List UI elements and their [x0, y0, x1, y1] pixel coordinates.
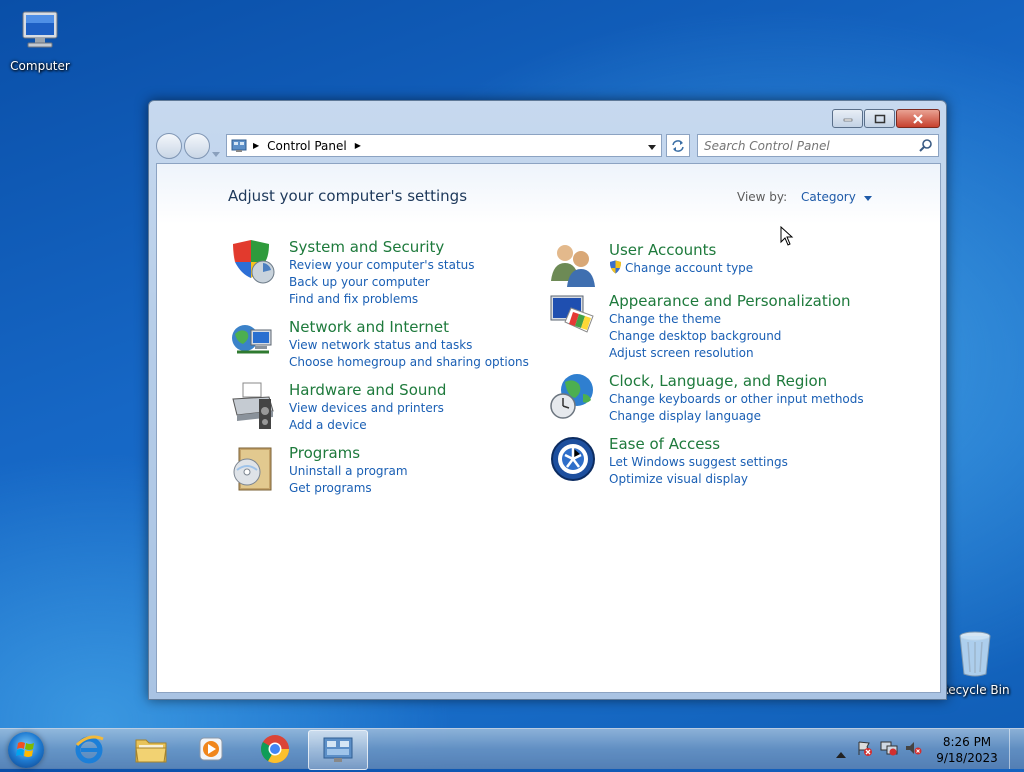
- link-network-status[interactable]: View network status and tasks: [289, 337, 569, 354]
- control-panel-window: ▶ Control Panel ▶ Adjust your computer's…: [148, 100, 947, 700]
- search-box[interactable]: [697, 134, 939, 157]
- link-review-status[interactable]: Review your computer's status: [289, 257, 569, 274]
- category-title[interactable]: Clock, Language, and Region: [609, 372, 889, 391]
- link-find-fix[interactable]: Find and fix problems: [289, 291, 569, 308]
- internet-explorer-icon: [75, 735, 104, 764]
- link-change-theme[interactable]: Change the theme: [609, 311, 889, 328]
- link-devices-printers[interactable]: View devices and printers: [289, 400, 569, 417]
- recycle-bin-icon: [935, 630, 1015, 681]
- windows-logo-icon: [16, 742, 34, 757]
- link-homegroup[interactable]: Choose homegroup and sharing options: [289, 354, 569, 371]
- desktop-icon-label: Computer: [10, 59, 70, 73]
- link-desktop-background[interactable]: Change desktop background: [609, 328, 889, 345]
- action-center-icon[interactable]: [856, 740, 872, 760]
- control-panel-icon: [323, 737, 353, 762]
- forward-button[interactable]: [184, 133, 210, 159]
- view-by-label: View by:: [737, 190, 788, 204]
- programs-icon[interactable]: [229, 444, 277, 492]
- category-title[interactable]: System and Security: [289, 238, 569, 257]
- address-bar[interactable]: ▶ Control Panel ▶: [226, 134, 662, 157]
- category-title[interactable]: Network and Internet: [289, 318, 569, 337]
- network-tray-icon[interactable]: [880, 740, 898, 760]
- link-get-programs[interactable]: Get programs: [289, 480, 569, 497]
- link-backup[interactable]: Back up your computer: [289, 274, 569, 291]
- navigation-bar: ▶ Control Panel ▶: [156, 133, 939, 159]
- taskbar-control-panel[interactable]: [308, 730, 368, 770]
- printer-icon[interactable]: [229, 381, 277, 429]
- view-by-dropdown[interactable]: Category: [801, 190, 872, 204]
- taskbar-media-player[interactable]: [182, 730, 240, 768]
- chrome-icon: [261, 735, 289, 763]
- category-title[interactable]: Ease of Access: [609, 435, 889, 454]
- link-change-account-type[interactable]: Change account type: [609, 260, 889, 277]
- volume-muted-icon[interactable]: [904, 740, 922, 760]
- clock[interactable]: 8:26 PM 9/18/2023: [932, 734, 1002, 766]
- back-button[interactable]: [156, 133, 182, 159]
- link-uninstall[interactable]: Uninstall a program: [289, 463, 569, 480]
- start-button[interactable]: [8, 732, 44, 768]
- search-icon[interactable]: [919, 138, 933, 157]
- refresh-icon: [672, 139, 684, 152]
- breadcrumb-arrow-icon[interactable]: ▶: [355, 141, 361, 150]
- users-icon[interactable]: [549, 241, 597, 289]
- refresh-button[interactable]: [666, 134, 690, 157]
- category-title[interactable]: User Accounts: [609, 241, 889, 260]
- desktop-icon-label: Recycle Bin: [940, 683, 1010, 697]
- clock-date: 9/18/2023: [936, 751, 998, 765]
- desktop-icon-recycle-bin[interactable]: Recycle Bin: [935, 630, 1015, 697]
- network-icon[interactable]: [229, 318, 277, 366]
- close-button[interactable]: [896, 109, 940, 128]
- uac-shield-icon: [610, 260, 621, 274]
- page-title: Adjust your computer's settings: [228, 187, 468, 205]
- category-title[interactable]: Hardware and Sound: [289, 381, 569, 400]
- view-by: View by: Category: [737, 190, 872, 204]
- ease-of-access-icon[interactable]: [549, 435, 597, 483]
- window-controls: [832, 109, 940, 128]
- breadcrumb-arrow-icon[interactable]: ▶: [253, 141, 259, 150]
- taskbar-file-explorer[interactable]: [122, 730, 180, 768]
- mouse-cursor-icon: [780, 225, 794, 250]
- link-suggest-settings[interactable]: Let Windows suggest settings: [609, 454, 889, 471]
- address-dropdown-icon[interactable]: [648, 139, 656, 153]
- desktop-icon-computer[interactable]: Computer: [0, 10, 80, 73]
- recent-pages-dropdown-icon[interactable]: [212, 142, 220, 161]
- taskbar: 8:26 PM 9/18/2023: [0, 728, 1024, 770]
- appearance-icon[interactable]: [549, 292, 597, 340]
- clock-time: 8:26 PM: [942, 735, 992, 749]
- link-display-language[interactable]: Change display language: [609, 408, 889, 425]
- chevron-down-icon: [863, 196, 872, 201]
- globe-clock-icon[interactable]: [549, 372, 597, 420]
- show-desktop-button[interactable]: [1009, 729, 1024, 769]
- shield-icon[interactable]: [229, 238, 277, 286]
- media-player-icon: [199, 737, 223, 761]
- minimize-button[interactable]: [832, 109, 863, 128]
- link-optimize-display[interactable]: Optimize visual display: [609, 471, 889, 488]
- category-title[interactable]: Appearance and Personalization: [609, 292, 889, 311]
- taskbar-chrome[interactable]: [246, 730, 304, 768]
- search-input[interactable]: [698, 136, 909, 156]
- computer-icon: [0, 10, 80, 57]
- content-area: Adjust your computer's settings View by:…: [156, 163, 941, 693]
- system-tray: 8:26 PM 9/18/2023: [834, 729, 1024, 769]
- control-panel-small-icon: [231, 139, 247, 153]
- breadcrumb-control-panel[interactable]: Control Panel: [267, 139, 347, 153]
- category-title[interactable]: Programs: [289, 444, 569, 463]
- file-explorer-icon: [135, 739, 167, 763]
- link-change-keyboards[interactable]: Change keyboards or other input methods: [609, 391, 889, 408]
- link-add-device[interactable]: Add a device: [289, 417, 569, 434]
- link-screen-resolution[interactable]: Adjust screen resolution: [609, 345, 889, 362]
- show-hidden-icons-icon[interactable]: [836, 743, 846, 762]
- maximize-button[interactable]: [864, 109, 895, 128]
- taskbar-internet-explorer[interactable]: [60, 730, 118, 768]
